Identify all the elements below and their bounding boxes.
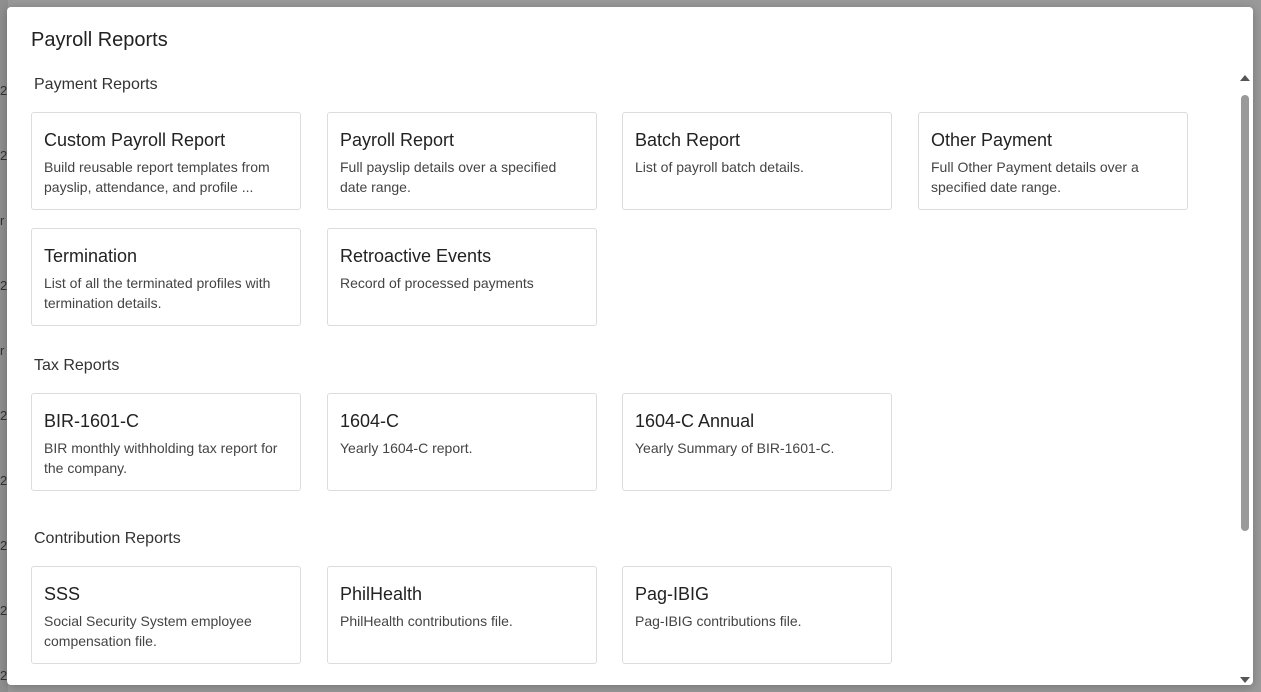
- card-title: Payroll Report: [340, 130, 455, 150]
- card-title: Termination: [44, 246, 138, 266]
- report-card-bir-1601-c[interactable]: BIR-1601-C BIR monthly withholding tax r…: [31, 393, 301, 491]
- section-title-tax-reports: Tax Reports: [34, 357, 120, 374]
- scrollbar-thumb[interactable]: [1241, 95, 1249, 531]
- report-card-pag-ibig[interactable]: Pag-IBIG Pag-IBIG contributions file.: [622, 566, 892, 664]
- card-title: 1604-C Annual: [635, 411, 755, 431]
- report-card-payroll-report[interactable]: Payroll Report Full payslip details over…: [327, 112, 597, 210]
- payroll-reports-dialog: Payroll Reports Payment Reports Custom P…: [7, 7, 1253, 685]
- card-description: Pag-IBIG contributions file.: [635, 613, 802, 629]
- card-description: Record of processed payments: [340, 275, 534, 291]
- card-description: BIR monthly withholding tax report for t…: [44, 440, 278, 476]
- card-description: Yearly 1604-C report.: [340, 440, 473, 456]
- card-title: SSS: [44, 584, 81, 604]
- card-title: Pag-IBIG: [635, 584, 710, 604]
- card-title: Custom Payroll Report: [44, 130, 226, 150]
- report-list: Payment Reports Custom Payroll Report Bu…: [7, 7, 1237, 685]
- section-title-payment-reports: Payment Reports: [34, 76, 158, 93]
- card-description: List of payroll batch details.: [635, 159, 804, 175]
- report-card-sss[interactable]: SSS Social Security System employee comp…: [31, 566, 301, 664]
- background-text: r: [0, 343, 5, 358]
- report-card-other-payment[interactable]: Other Payment Full Other Payment details…: [918, 112, 1188, 210]
- card-title: BIR-1601-C: [44, 411, 140, 431]
- report-card-termination[interactable]: Termination List of all the terminated p…: [31, 228, 301, 326]
- background-text: r: [0, 213, 5, 228]
- card-description: Social Security System employee compensa…: [44, 613, 252, 649]
- report-card-batch-report[interactable]: Batch Report List of payroll batch detai…: [622, 112, 892, 210]
- scroll-down-arrow-icon[interactable]: [1240, 677, 1250, 683]
- card-title: Other Payment: [931, 130, 1053, 150]
- section-title-contribution-reports: Contribution Reports: [34, 530, 181, 547]
- report-card-retroactive-events[interactable]: Retroactive Events Record of processed p…: [327, 228, 597, 326]
- scroll-up-arrow-icon[interactable]: [1240, 75, 1250, 81]
- card-description: Build reusable report templates from pay…: [44, 159, 270, 195]
- card-title: PhilHealth: [340, 584, 423, 604]
- card-description: PhilHealth contributions file.: [340, 613, 513, 629]
- card-description: Full payslip details over a specified da…: [340, 159, 557, 195]
- report-card-philhealth[interactable]: PhilHealth PhilHealth contributions file…: [327, 566, 597, 664]
- report-card-1604-c-annual[interactable]: 1604-C Annual Yearly Summary of BIR-1601…: [622, 393, 892, 491]
- card-description: Yearly Summary of BIR-1601-C.: [635, 440, 835, 456]
- card-title: Retroactive Events: [340, 246, 492, 266]
- card-description: Full Other Payment details over a specif…: [931, 159, 1139, 195]
- report-card-custom-payroll-report[interactable]: Custom Payroll Report Build reusable rep…: [31, 112, 301, 210]
- card-title: Batch Report: [635, 130, 741, 150]
- vertical-scrollbar[interactable]: [1239, 75, 1251, 683]
- report-card-1604-c[interactable]: 1604-C Yearly 1604-C report.: [327, 393, 597, 491]
- card-title: 1604-C: [340, 411, 400, 431]
- card-description: List of all the terminated profiles with…: [44, 275, 271, 311]
